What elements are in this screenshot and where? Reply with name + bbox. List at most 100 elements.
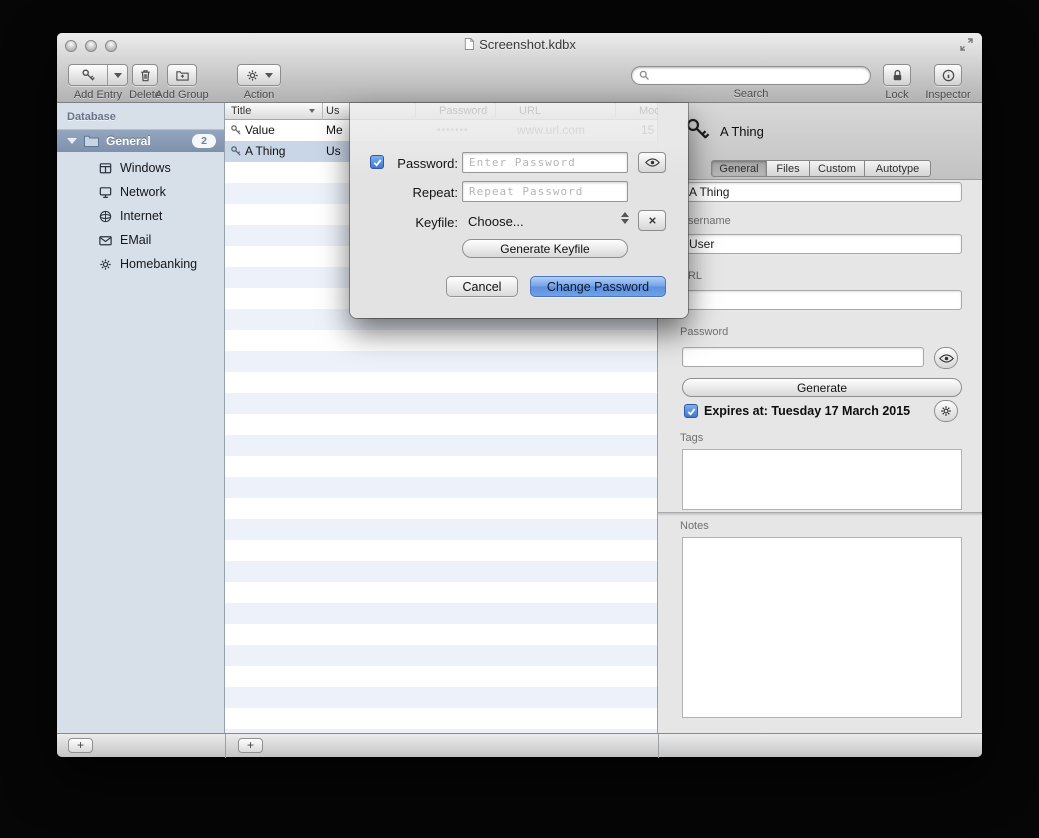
inspector-button[interactable] [934, 64, 962, 86]
stepper-arrows-icon[interactable] [621, 212, 629, 224]
folder-plus-icon [175, 68, 190, 83]
group-count-badge: 2 [192, 134, 216, 148]
mail-icon [98, 233, 113, 248]
keyfile-popup[interactable]: Choose... [468, 214, 524, 229]
add-entry-dropdown[interactable] [107, 65, 127, 85]
inspector-panel: A Thing General Files Custom Autotype Us… [658, 103, 982, 733]
pane-divider [658, 734, 659, 758]
trash-icon [138, 68, 153, 83]
sidebar-group-general[interactable]: General 2 [57, 129, 224, 152]
toolbar: Add Entry Delete Add Group [57, 55, 982, 103]
username-field[interactable] [682, 234, 962, 254]
password-label: Password [680, 326, 728, 338]
sidebar-item-email[interactable]: EMail [57, 228, 224, 252]
inspector-divider [658, 512, 982, 516]
fullscreen-icon[interactable] [959, 37, 974, 52]
repeat-label: Repeat: [376, 185, 458, 200]
generate-keyfile-button[interactable]: Generate Keyfile [462, 239, 628, 258]
column-divider[interactable] [322, 103, 323, 120]
expires-settings-button[interactable] [934, 400, 958, 422]
cell-username: Me [326, 120, 343, 141]
generate-password-button[interactable]: Generate [682, 378, 962, 397]
add-entry-button[interactable] [68, 64, 128, 86]
folder-icon [83, 134, 100, 148]
show-password-button[interactable] [638, 152, 666, 173]
sidebar-item-windows[interactable]: Windows [57, 156, 224, 180]
globe-icon [98, 209, 113, 224]
search-input[interactable] [651, 68, 870, 83]
eye-icon [939, 354, 954, 363]
document-icon [463, 37, 474, 51]
sidebar-header: Database [67, 111, 116, 123]
app-window: Screenshot.kdbx Add Entry [57, 33, 982, 757]
add-group-plus-button[interactable]: + [68, 738, 93, 753]
sort-arrow-icon [309, 109, 315, 113]
lock-button[interactable] [883, 64, 911, 86]
clear-keyfile-button[interactable] [638, 210, 666, 231]
lock-label: Lock [885, 89, 908, 101]
close-x-icon [647, 215, 658, 226]
cell-title: A Thing [245, 141, 285, 162]
delete-button[interactable] [132, 64, 158, 86]
cell-title: Value [245, 120, 275, 141]
disclosure-triangle-icon[interactable] [67, 138, 77, 144]
column-header-username[interactable]: Us [326, 103, 339, 119]
search-field[interactable] [631, 66, 871, 85]
sidebar-item-label: EMail [120, 233, 151, 247]
tags-label: Tags [680, 432, 703, 444]
tags-textarea[interactable] [682, 449, 962, 510]
sidebar-item-internet[interactable]: Internet [57, 204, 224, 228]
title-field[interactable] [682, 182, 962, 202]
sidebar-group-label: General [106, 134, 151, 148]
keyfile-label: Keyfile: [376, 215, 458, 230]
sidebar-item-label: Homebanking [120, 257, 197, 271]
password-label: Password: [376, 156, 458, 171]
search-label: Search [734, 88, 769, 100]
info-icon [941, 68, 956, 83]
cancel-button[interactable]: Cancel [446, 276, 518, 297]
tab-general[interactable]: General [711, 160, 767, 177]
sidebar: Database General 2 Windows Network [57, 103, 225, 733]
change-password-button[interactable]: Change Password [530, 276, 666, 297]
toolbar-item-action: Action [234, 64, 284, 101]
tab-files[interactable]: Files [766, 160, 810, 177]
column-header-title[interactable]: Title [231, 103, 251, 119]
windows-icon [98, 161, 113, 176]
sidebar-item-label: Internet [120, 209, 162, 223]
action-button[interactable] [237, 64, 281, 86]
window-title-text: Screenshot.kdbx [479, 37, 576, 52]
pane-divider [225, 734, 226, 758]
add-entry-plus-button[interactable]: + [238, 738, 263, 753]
notes-label: Notes [680, 520, 709, 532]
window-chrome: Screenshot.kdbx Add Entry [57, 33, 982, 103]
expires-checkbox[interactable] [684, 404, 698, 418]
sidebar-item-network[interactable]: Network [57, 180, 224, 204]
tab-autotype[interactable]: Autotype [864, 160, 931, 177]
entry-icon [684, 116, 711, 143]
password-field[interactable] [682, 347, 924, 367]
repeat-password-input[interactable] [462, 181, 628, 202]
toolbar-item-search: Search [631, 64, 871, 100]
tab-custom[interactable]: Custom [809, 160, 865, 177]
eye-icon [645, 158, 660, 167]
add-entry-label: Add Entry [74, 89, 122, 101]
sidebar-item-label: Network [120, 185, 166, 199]
sidebar-item-label: Windows [120, 161, 171, 175]
add-group-button[interactable] [167, 64, 197, 86]
bottom-bar: + + [57, 733, 982, 757]
toolbar-item-inspector: Inspector [925, 64, 971, 101]
gear-icon [245, 68, 260, 83]
toolbar-item-lock: Lock [875, 64, 919, 101]
sidebar-item-homebanking[interactable]: Homebanking [57, 252, 224, 276]
url-field[interactable] [682, 290, 962, 310]
key-icon [69, 65, 107, 85]
change-password-dialog: Password: Repeat: Keyfile: Choose... Gen… [350, 103, 688, 318]
password-input[interactable] [462, 152, 628, 173]
notes-textarea[interactable] [682, 537, 962, 718]
toolbar-item-add-entry: Add Entry [63, 64, 133, 101]
expires-label: Expires at: Tuesday 17 March 2015 [704, 404, 910, 418]
inspector-header: A Thing General Files Custom Autotype [658, 103, 982, 180]
lock-icon [890, 68, 905, 83]
titlebar[interactable]: Screenshot.kdbx [57, 33, 982, 55]
reveal-password-button[interactable] [934, 347, 958, 369]
